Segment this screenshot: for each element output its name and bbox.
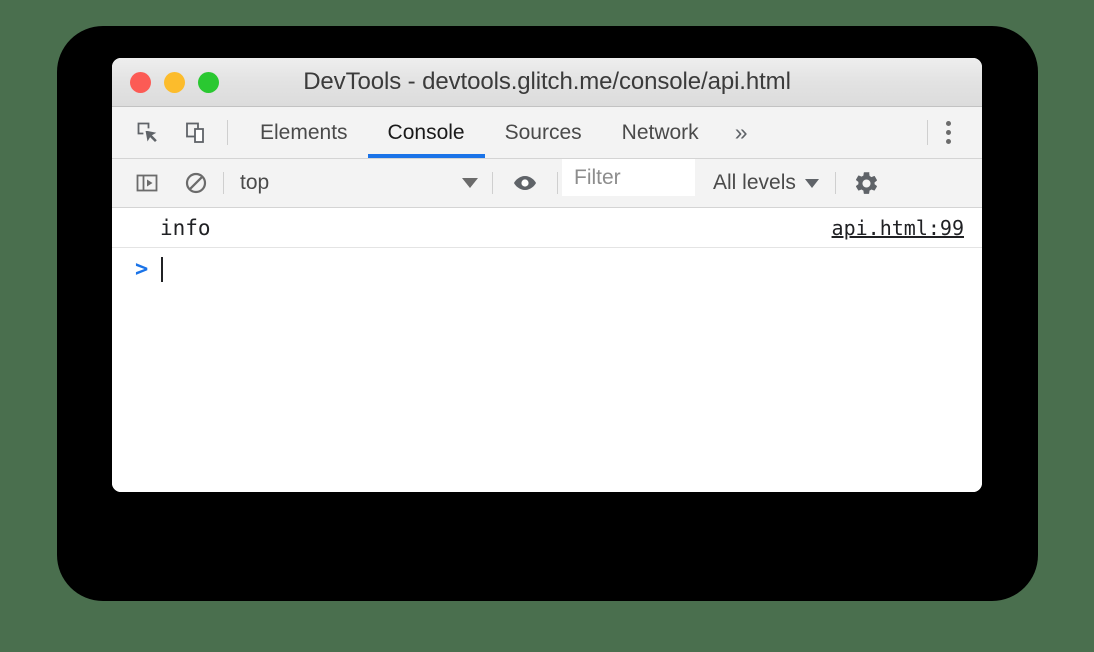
inspect-element-icon[interactable] xyxy=(131,116,165,150)
traffic-lights xyxy=(112,71,219,93)
console-message-area: info api.html:99 > xyxy=(112,208,982,492)
maximize-button[interactable] xyxy=(198,71,219,93)
console-prompt-row[interactable]: > xyxy=(112,248,982,290)
window-title: DevTools - devtools.glitch.me/console/ap… xyxy=(303,68,791,95)
close-button[interactable] xyxy=(130,71,151,93)
console-message-text: info xyxy=(160,215,211,240)
gear-icon xyxy=(850,166,884,200)
execution-context-value: top xyxy=(240,171,270,194)
console-message-source-link[interactable]: api.html:99 xyxy=(832,216,964,240)
tab-network[interactable]: Network xyxy=(602,107,719,158)
minimize-button[interactable] xyxy=(164,71,185,93)
tab-elements[interactable]: Elements xyxy=(240,107,368,158)
window-titlebar: DevTools - devtools.glitch.me/console/ap… xyxy=(112,58,982,107)
console-toolbar: top Filter All levels xyxy=(112,159,982,208)
console-message-row[interactable]: info api.html:99 xyxy=(112,208,982,248)
live-expression-button[interactable] xyxy=(493,159,557,207)
eye-icon xyxy=(508,166,542,200)
tabbar-tool-icons xyxy=(112,107,227,158)
devtools-window: DevTools - devtools.glitch.me/console/ap… xyxy=(112,58,982,492)
kebab-menu-icon[interactable] xyxy=(928,116,968,150)
clear-console-icon[interactable] xyxy=(179,166,213,200)
log-level-select[interactable]: All levels xyxy=(695,159,835,207)
tab-sources[interactable]: Sources xyxy=(485,107,602,158)
tabbar-right-actions xyxy=(928,107,982,158)
chevron-down-icon xyxy=(804,178,819,188)
execution-context-select[interactable]: top xyxy=(224,159,492,207)
devtools-tabs: Elements Console Sources Network » xyxy=(228,107,927,158)
text-caret xyxy=(161,256,163,282)
devtools-tabbar: Elements Console Sources Network » xyxy=(112,107,982,159)
settings-button[interactable] xyxy=(836,159,900,207)
tab-console[interactable]: Console xyxy=(367,107,485,158)
console-sidebar-icon[interactable] xyxy=(130,166,164,200)
console-toolbar-divider-3 xyxy=(557,172,558,194)
prompt-arrow-icon: > xyxy=(135,256,149,282)
filter-input[interactable]: Filter xyxy=(562,159,695,196)
log-level-value: All levels xyxy=(713,171,796,194)
more-tabs-button[interactable]: » xyxy=(719,107,764,158)
console-toolbar-left-icons xyxy=(112,159,223,207)
chevron-down-icon xyxy=(462,178,478,188)
device-toolbar-icon[interactable] xyxy=(179,116,213,150)
